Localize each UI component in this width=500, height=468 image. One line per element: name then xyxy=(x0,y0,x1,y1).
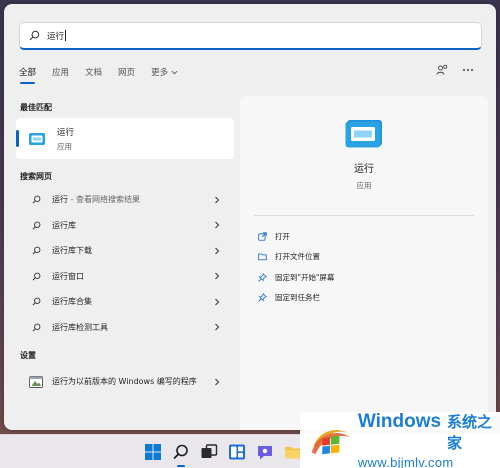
search-input[interactable]: 运行 xyxy=(47,30,67,42)
task-view-button[interactable] xyxy=(200,443,218,461)
pin-icon xyxy=(258,272,267,282)
web-item-label: 运行库下载 xyxy=(52,246,92,256)
watermark: Windows 系统之家 www.bjjmlv.com xyxy=(300,410,500,468)
start-button[interactable] xyxy=(144,443,162,461)
more-options-icon[interactable] xyxy=(462,64,474,76)
chevron-right-icon xyxy=(215,221,220,229)
best-match-subtitle: 应用 xyxy=(57,141,72,151)
web-item-label: 运行库合集 xyxy=(52,297,92,307)
action-label: 打开文件位置 xyxy=(275,252,320,262)
tab-more-label: 更多 xyxy=(151,68,169,78)
details-pane: 运行 应用 打开 打开文件位置 固定到"开始"屏幕 固定到任务栏 xyxy=(240,96,488,430)
list-item[interactable]: 运行 - 查看网络搜索结果 xyxy=(16,187,234,213)
list-item[interactable]: 运行库 xyxy=(16,213,234,239)
open-file-location-action[interactable]: 打开文件位置 xyxy=(240,247,488,268)
windows-logo-icon xyxy=(145,444,161,460)
results-list: 最佳匹配 运行 应用 搜索网页 运行 - 查看网络搜索结果 运行库 运行库下载 xyxy=(16,96,234,398)
tab-web[interactable]: 网页 xyxy=(118,66,135,84)
search-icon xyxy=(32,221,41,230)
widgets-icon xyxy=(229,444,245,460)
text-caret xyxy=(65,30,67,41)
web-item-label: 运行库检测工具 xyxy=(52,322,108,332)
search-icon xyxy=(32,195,41,204)
web-item-hint: - 查看网络搜索结果 xyxy=(68,195,140,205)
action-label: 打开 xyxy=(275,231,290,241)
watermark-url: www.bjjmlv.com xyxy=(357,454,454,468)
action-label: 固定到任务栏 xyxy=(275,293,320,303)
best-match-heading: 最佳匹配 xyxy=(20,102,52,112)
web-item-label: 运行 xyxy=(52,195,68,205)
widgets-button[interactable] xyxy=(228,443,246,461)
chevron-right-icon xyxy=(215,298,220,306)
chevron-right-icon xyxy=(215,196,220,204)
list-item[interactable]: 运行库下载 xyxy=(16,238,234,264)
tab-documents[interactable]: 文档 xyxy=(85,66,102,84)
taskbar-search-button[interactable] xyxy=(172,443,190,467)
search-icon xyxy=(29,30,40,41)
best-match-item[interactable]: 运行 应用 xyxy=(16,118,234,159)
preview-title: 运行 xyxy=(354,164,374,175)
web-item-label: 运行窗口 xyxy=(52,271,84,281)
filter-tabs: 全部 应用 文档 网页 更多 xyxy=(19,66,194,86)
start-search-panel: 运行 全部 应用 文档 网页 更多 最佳匹配 运行 应用 搜索网页 运行 - 查… xyxy=(4,4,496,430)
open-icon xyxy=(258,232,267,241)
chevron-right-icon xyxy=(215,247,220,255)
preview-subtitle: 应用 xyxy=(356,181,372,190)
tab-more[interactable]: 更多 xyxy=(151,66,178,84)
run-app-icon xyxy=(29,132,45,145)
folder-icon xyxy=(258,253,267,261)
search-input-text: 运行 xyxy=(47,31,65,42)
search-icon xyxy=(32,246,41,255)
tab-all[interactable]: 全部 xyxy=(19,66,36,84)
open-action[interactable]: 打开 xyxy=(240,226,488,247)
search-icon xyxy=(173,444,188,460)
windows-watermark-logo xyxy=(311,429,350,455)
app-preview: 运行 应用 xyxy=(240,96,488,215)
action-label: 固定到"开始"屏幕 xyxy=(275,272,335,282)
web-search-list: 运行 - 查看网络搜索结果 运行库 运行库下载 运行窗口 运行库合集 运行库检测… xyxy=(16,187,234,340)
chat-button[interactable] xyxy=(256,443,274,461)
pin-to-start-action[interactable]: 固定到"开始"屏幕 xyxy=(240,267,488,288)
search-icon xyxy=(32,297,41,306)
web-search-heading: 搜索网页 xyxy=(20,171,52,181)
list-item[interactable]: 运行库合集 xyxy=(16,289,234,315)
compatibility-icon xyxy=(29,376,43,388)
chevron-down-icon xyxy=(171,70,178,74)
search-icon xyxy=(32,323,41,332)
chevron-right-icon xyxy=(215,323,220,331)
settings-item-compatibility[interactable]: 运行为以前版本的 Windows 编写的程序 xyxy=(16,366,234,398)
list-item[interactable]: 运行窗口 xyxy=(16,264,234,290)
pin-icon xyxy=(258,293,267,302)
run-app-icon xyxy=(345,120,382,148)
chevron-right-icon xyxy=(215,272,220,280)
chevron-right-icon xyxy=(215,378,220,386)
list-item[interactable]: 运行库检测工具 xyxy=(16,315,234,341)
header-tools xyxy=(436,64,474,76)
account-share-icon[interactable] xyxy=(436,64,448,76)
actions-list: 打开 打开文件位置 固定到"开始"屏幕 固定到任务栏 xyxy=(240,216,488,308)
best-match-title: 运行 xyxy=(57,127,75,138)
search-icon xyxy=(32,272,41,281)
pin-to-taskbar-action[interactable]: 固定到任务栏 xyxy=(240,288,488,309)
chat-icon xyxy=(258,446,272,460)
task-view-icon xyxy=(201,444,218,458)
settings-item-label: 运行为以前版本的 Windows 编写的程序 xyxy=(52,377,197,386)
search-box[interactable]: 运行 xyxy=(19,22,482,50)
settings-heading: 设置 xyxy=(20,350,36,360)
web-item-label: 运行库 xyxy=(52,220,76,230)
watermark-site-name: 系统之家 xyxy=(447,412,493,452)
watermark-brand: Windows xyxy=(357,410,442,432)
tab-apps[interactable]: 应用 xyxy=(52,66,69,84)
